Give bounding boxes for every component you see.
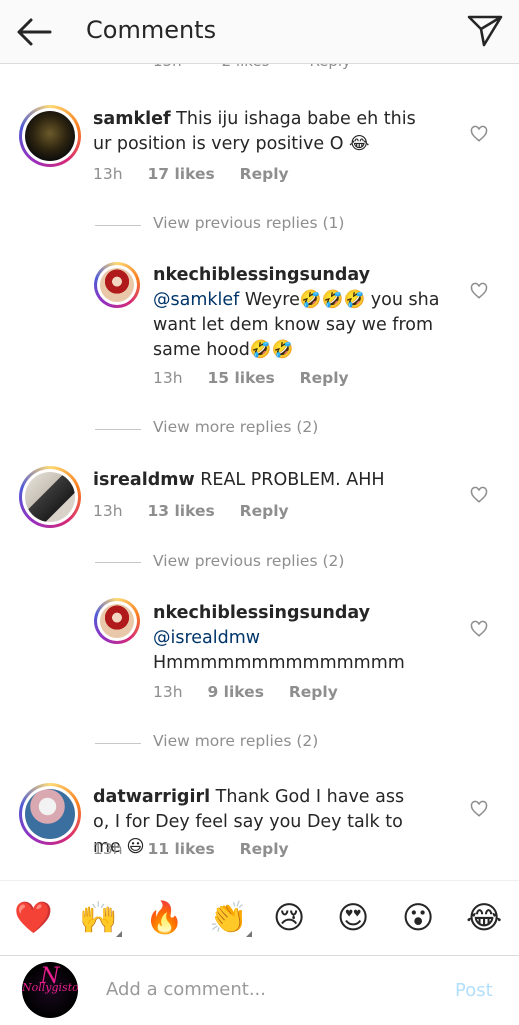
emoji-clapping-hands[interactable]: 👏 bbox=[209, 899, 248, 937]
reply-button[interactable]: Reply bbox=[300, 369, 349, 387]
emoji-surprised-face[interactable]: 😮 bbox=[402, 899, 434, 937]
comment-username[interactable]: datwarrigirl bbox=[93, 787, 210, 807]
divider bbox=[95, 562, 141, 563]
comment-text: isrealdmw REAL PROBLEM. AHH bbox=[93, 470, 385, 490]
comment-input[interactable] bbox=[104, 978, 408, 1001]
emoji-tears-of-joy[interactable]: 😂 bbox=[466, 899, 502, 937]
post-button[interactable]: Post bbox=[455, 980, 493, 1001]
direct-send-icon[interactable] bbox=[466, 12, 504, 50]
emoji-heart-eyes[interactable]: 😍 bbox=[337, 899, 369, 937]
skin-tone-indicator bbox=[246, 931, 252, 937]
like-heart-icon[interactable] bbox=[470, 486, 488, 504]
likes-count[interactable]: 15 likes bbox=[207, 369, 274, 387]
mention-link[interactable]: @samklef bbox=[153, 290, 239, 310]
emoji-fire[interactable]: 🔥 bbox=[145, 899, 184, 937]
avatar-nkechiblessingsunday[interactable] bbox=[94, 598, 140, 644]
like-heart-icon[interactable] bbox=[470, 282, 488, 300]
view-more-replies[interactable]: View more replies (2) bbox=[153, 418, 318, 436]
likes-count[interactable]: 17 likes bbox=[147, 165, 214, 183]
like-heart-icon[interactable] bbox=[470, 800, 488, 818]
comment-username[interactable]: samklef bbox=[93, 109, 171, 129]
reply-text: nkechiblessingsunday @samklef Weyre🤣🤣🤣 y… bbox=[153, 265, 440, 360]
skin-tone-indicator bbox=[116, 931, 122, 937]
avatar-isrealdmw[interactable] bbox=[19, 466, 81, 528]
emoji-quick-bar: ❤️ 🙌 🔥 👏 😢 😍 😮 😂 bbox=[0, 880, 519, 956]
reply-button[interactable]: Reply bbox=[240, 165, 289, 183]
likes-count[interactable]: 11 likes bbox=[147, 840, 214, 858]
comment-meta: 13h 17 likes Reply bbox=[93, 165, 289, 183]
current-user-avatar: N Nollygisto bbox=[22, 962, 78, 1018]
reply-username[interactable]: nkechiblessingsunday bbox=[153, 603, 370, 623]
view-previous-replies[interactable]: View previous replies (2) bbox=[153, 552, 344, 570]
view-more-replies[interactable]: View more replies (2) bbox=[153, 732, 318, 750]
likes-count[interactable]: 9 likes bbox=[207, 683, 263, 701]
header-bar: Comments bbox=[0, 0, 519, 64]
emoji-red-heart[interactable]: ❤️ bbox=[14, 899, 53, 937]
view-previous-replies[interactable]: View previous replies (1) bbox=[153, 214, 344, 232]
divider bbox=[95, 429, 141, 430]
comment-meta: 13h 13 likes Reply bbox=[93, 502, 289, 520]
comment-meta: 13h 11 likes Reply bbox=[93, 840, 289, 858]
comment-username[interactable]: isrealdmw bbox=[93, 470, 195, 490]
avatar-samklef[interactable] bbox=[19, 105, 81, 167]
avatar-nkechiblessingsunday[interactable] bbox=[94, 262, 140, 308]
avatar-datwarrigirl[interactable] bbox=[19, 783, 81, 845]
emoji-crying-face[interactable]: 😢 bbox=[273, 899, 305, 937]
reply-text: nkechiblessingsunday @isrealdmw Hmmmmmmm… bbox=[153, 603, 405, 673]
reply-button[interactable]: Reply bbox=[240, 502, 289, 520]
like-heart-icon[interactable] bbox=[470, 125, 488, 143]
back-arrow-icon[interactable] bbox=[14, 14, 54, 50]
divider bbox=[95, 743, 141, 744]
like-heart-icon[interactable] bbox=[470, 620, 488, 638]
comment-composer: N Nollygisto Post bbox=[0, 955, 519, 1025]
emoji-raising-hands[interactable]: 🙌 bbox=[79, 899, 118, 937]
reply-meta: 13h 9 likes Reply bbox=[153, 683, 338, 701]
page-title: Comments bbox=[86, 16, 217, 44]
reply-button[interactable]: Reply bbox=[289, 683, 338, 701]
reply-meta: 13h 15 likes Reply bbox=[153, 369, 349, 387]
reply-username[interactable]: nkechiblessingsunday bbox=[153, 265, 370, 285]
mention-link[interactable]: @isrealdmw bbox=[153, 628, 260, 648]
comment-text: samklef This iju ishaga babe eh this ur … bbox=[93, 109, 416, 154]
divider bbox=[95, 225, 141, 226]
reply-button[interactable]: Reply bbox=[240, 840, 289, 858]
likes-count[interactable]: 13 likes bbox=[147, 502, 214, 520]
